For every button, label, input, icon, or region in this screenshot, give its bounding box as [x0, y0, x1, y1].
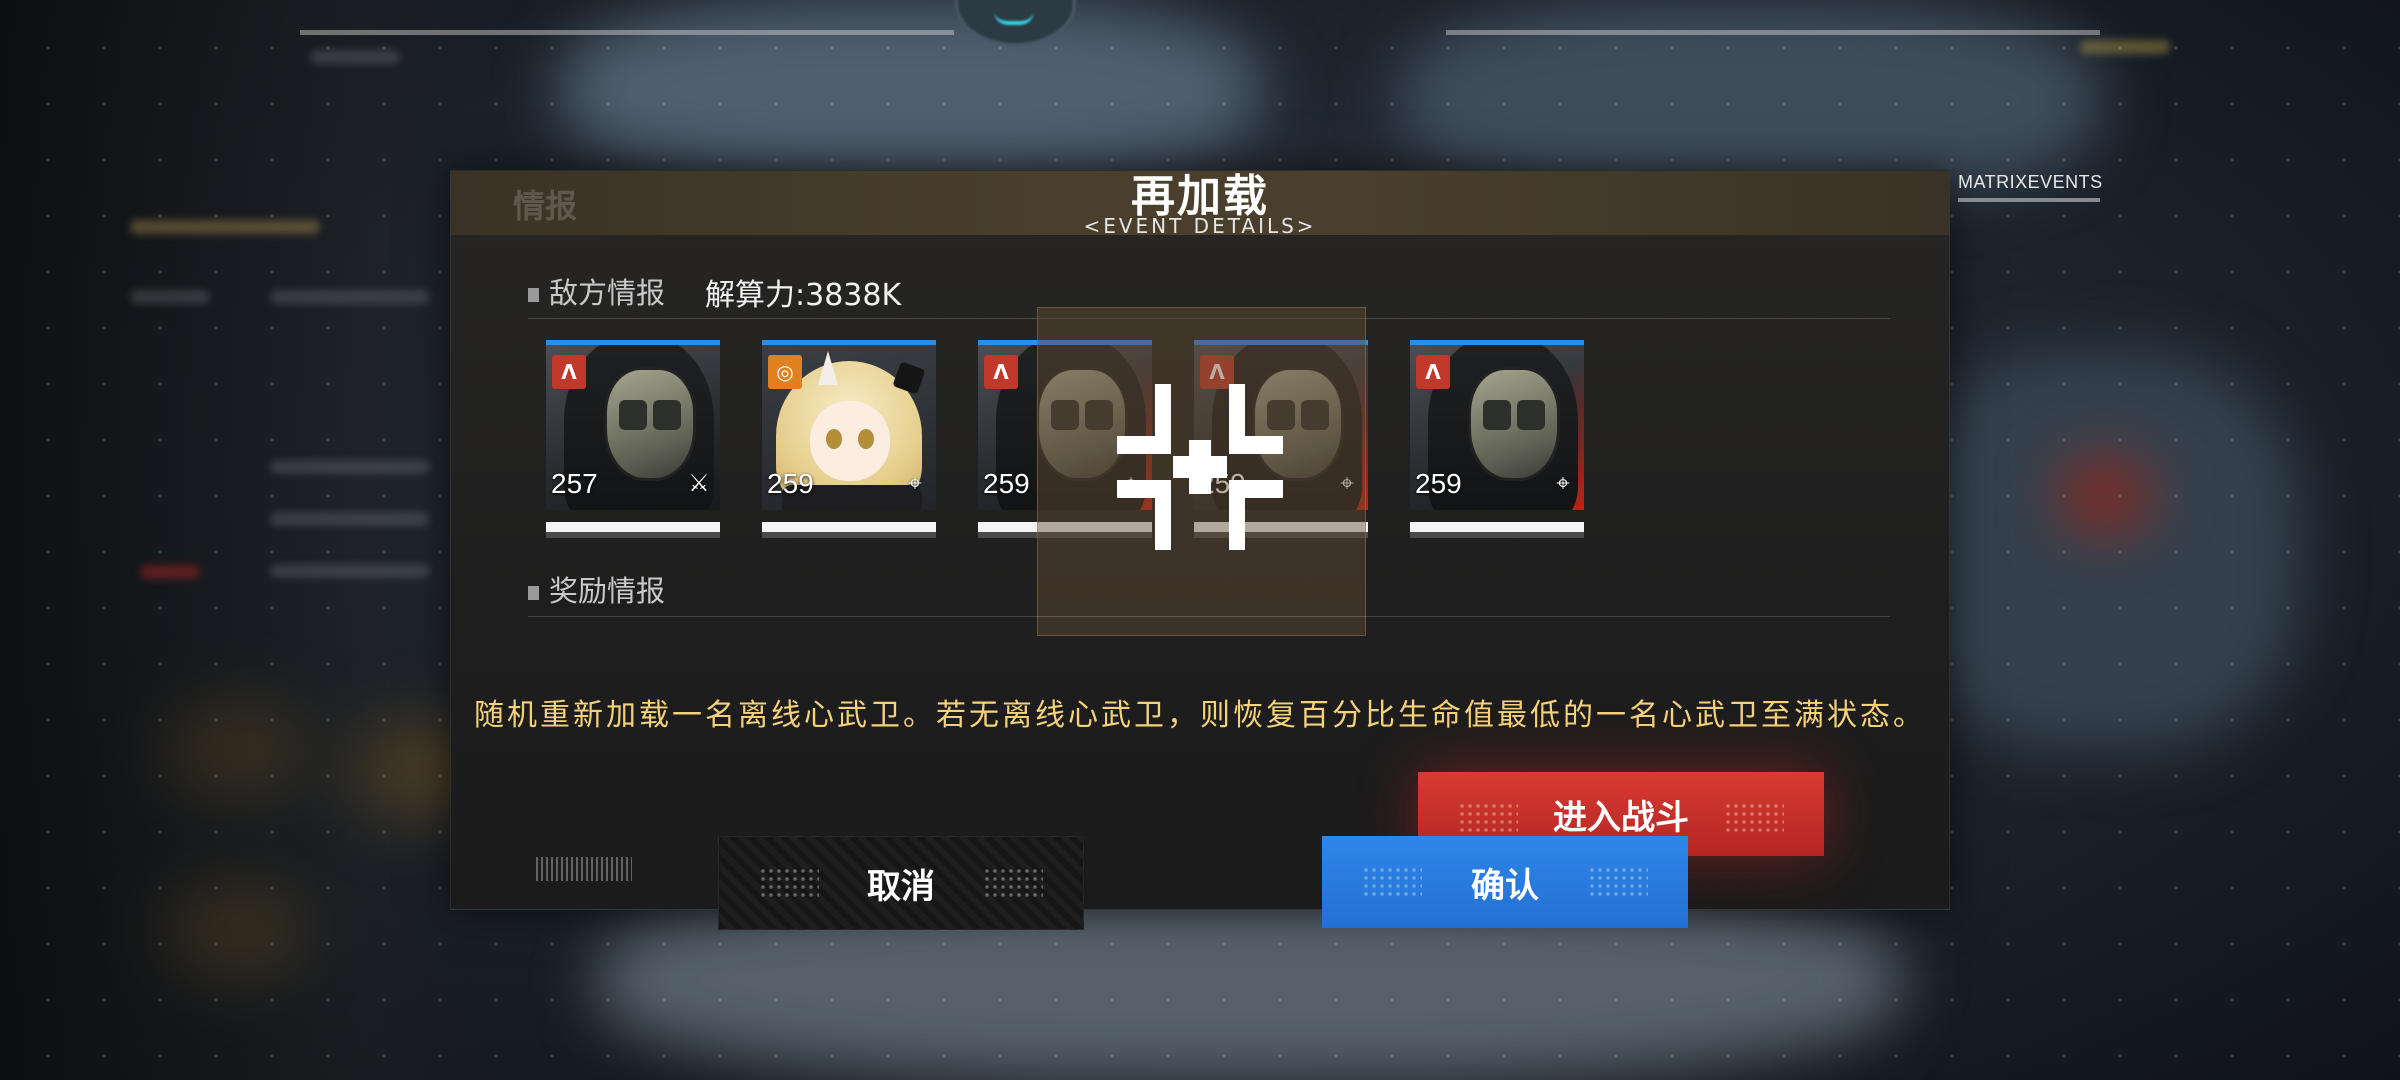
enemy-level: 259	[1415, 468, 1462, 499]
enemy-power-label: 解算力:3838K	[705, 278, 902, 313]
crossed-swords-icon: ⚔	[688, 469, 710, 497]
enemy-hp-bar	[1410, 522, 1584, 532]
enemy-hp-bar	[762, 522, 936, 532]
enemy-level: 257	[551, 468, 598, 499]
brand-underline	[1958, 198, 2100, 202]
reward-info-heading: 奖励情报	[528, 568, 665, 610]
enemy-level: 259	[983, 468, 1030, 499]
enemy-info-heading: 敌方情报	[528, 270, 665, 312]
crosshair-icon: ⌖	[908, 469, 922, 497]
reward-section-divider	[528, 616, 1890, 617]
section-marker-icon	[528, 288, 539, 302]
enemy-card[interactable]: Ʌ 257 ⚔	[546, 340, 720, 538]
enemy-card[interactable]: ◎ 259 ⌖	[762, 340, 936, 538]
dialog-subtitle: <EVENT DETAILS>	[1083, 214, 1317, 238]
a-faction-icon: Ʌ	[1416, 355, 1450, 389]
event-description: 随机重新加载一名离线心武卫。若无离线心武卫，则恢复百分比生命值最低的一名心武卫至…	[474, 698, 1926, 733]
header-line-right	[1446, 30, 2100, 35]
brand-tag: MATRIXEVENTS	[1958, 172, 2103, 192]
section-marker-icon	[528, 586, 539, 600]
header-line-left	[300, 30, 954, 35]
crosshair-icon: ⌖	[1556, 469, 1570, 497]
reload-icon	[1113, 380, 1287, 554]
enemy-level: 259	[767, 468, 814, 499]
a-faction-icon: Ʌ	[984, 355, 1018, 389]
swirl-faction-icon: ◎	[768, 355, 802, 389]
enemy-hp-bar	[546, 522, 720, 532]
a-faction-icon: Ʌ	[552, 355, 586, 389]
cancel-button[interactable]: 取消	[718, 836, 1084, 930]
confirm-button[interactable]: 确认	[1322, 836, 1688, 928]
enemy-card[interactable]: Ʌ 259 ⌖	[1410, 340, 1584, 538]
barcode-logo	[536, 857, 632, 881]
